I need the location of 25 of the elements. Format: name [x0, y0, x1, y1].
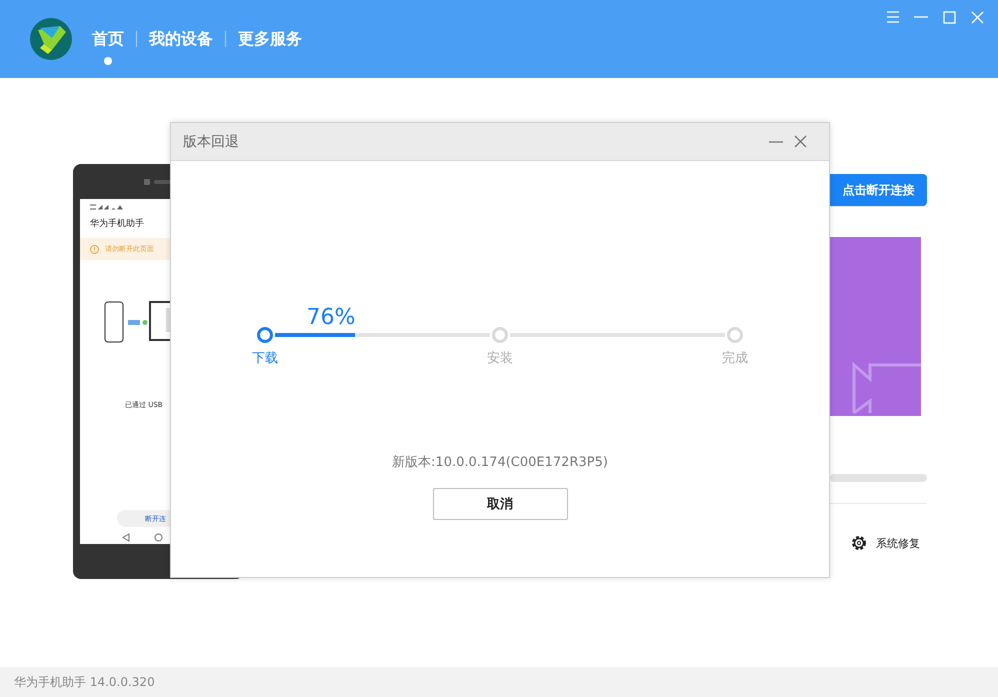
step-label: 下载	[252, 350, 278, 367]
percent-label: 76%	[306, 305, 356, 330]
new-version-text: 新版本:10.0.0.174(C00E172R3P5)	[392, 454, 608, 471]
nav-tab[interactable]: 首页	[84, 28, 132, 50]
settings-icon	[850, 534, 868, 552]
minimize-icon	[914, 16, 928, 18]
step-label: 安装	[487, 350, 513, 367]
nav-tab[interactable]: 更多服务	[230, 28, 310, 50]
maximize-icon	[942, 10, 956, 24]
close-icon	[970, 10, 984, 24]
minimize-icon	[769, 140, 783, 142]
system-repair-label[interactable]: 系统修复	[876, 536, 920, 550]
back-icon	[122, 533, 130, 542]
cancel-button[interactable]: 取消	[432, 488, 568, 520]
warning-icon	[90, 244, 99, 254]
home-icon	[154, 533, 163, 542]
app-logo	[30, 18, 72, 60]
close-icon	[794, 135, 806, 148]
phone-app-title: 华为手机助手	[89, 218, 145, 231]
step-label: 完成	[722, 350, 748, 367]
version-label: 华为手机助手 14.0.0.320	[14, 674, 155, 690]
disconnect-button[interactable]: 点击断开连接	[830, 174, 927, 206]
dialog-title: 版本回退	[183, 132, 239, 150]
nav-tab[interactable]: 我的设备	[141, 28, 221, 50]
menu-icon	[886, 11, 900, 23]
